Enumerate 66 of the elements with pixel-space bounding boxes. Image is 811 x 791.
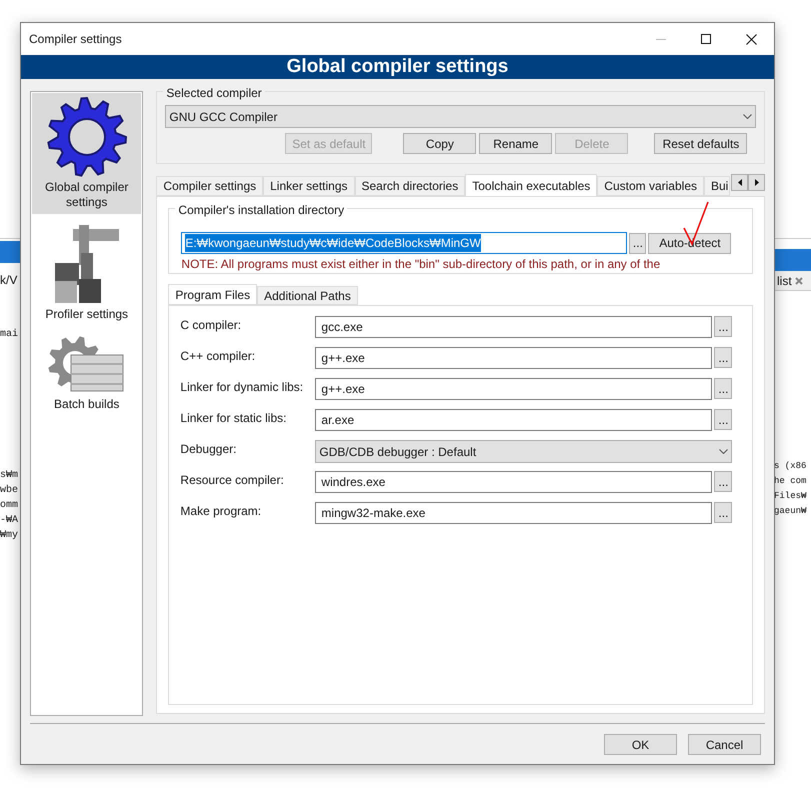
- tab[interactable]: Additional Paths: [257, 286, 358, 305]
- tab-label: k/V: [0, 272, 18, 289]
- note-text: NOTE: All programs must exist either in the "bin" sub-directory of this path, or in any of the: [181, 256, 662, 273]
- path-field[interactable]: g++.exe: [315, 378, 712, 400]
- sidebar-item[interactable]: Batch builds: [32, 332, 142, 416]
- scroll-left-button[interactable]: [731, 174, 748, 191]
- sidebar-item[interactable]: Profiler settings: [32, 220, 142, 326]
- tab[interactable]: Linker settings: [263, 176, 354, 196]
- path-field[interactable]: mingw32-make.exe: [315, 502, 712, 524]
- field-label: Debugger:: [180, 441, 238, 458]
- code-line: gaeun₩: [774, 505, 806, 518]
- path-field[interactable]: g++.exe: [315, 347, 712, 369]
- code-line: omm: [0, 499, 18, 513]
- title-bar: [774, 249, 811, 271]
- action-button[interactable]: Reset defaults: [654, 133, 748, 154]
- field-label: C compiler:: [180, 317, 242, 334]
- browse-button[interactable]: ...: [714, 471, 732, 492]
- code-line: wbe: [0, 484, 18, 498]
- dialog-button[interactable]: Cancel: [688, 734, 761, 755]
- browse-button[interactable]: ...: [629, 232, 646, 254]
- dialog-button[interactable]: OK: [604, 734, 677, 755]
- tab[interactable]: Toolchain executables: [465, 174, 598, 196]
- code-line: he com: [774, 475, 806, 488]
- compiler-dropdown[interactable]: GNU GCC Compiler: [165, 105, 756, 128]
- tab[interactable]: Compiler settings: [156, 176, 264, 196]
- code-line: Files₩: [774, 490, 806, 503]
- code-line: ₩my: [0, 529, 18, 543]
- title-bar: [0, 241, 20, 263]
- tab[interactable]: Search directories: [354, 176, 466, 196]
- browse-button[interactable]: ...: [714, 409, 732, 430]
- debugger-dropdown[interactable]: GDB/CDB debugger : Default: [315, 440, 732, 463]
- path-field[interactable]: windres.exe: [315, 471, 712, 493]
- window-title: Compiler settings: [29, 31, 123, 48]
- field-label: C++ compiler:: [180, 348, 256, 365]
- chevron-down-icon: [743, 114, 752, 119]
- browse-button[interactable]: ...: [714, 347, 732, 368]
- scroll-right-button[interactable]: [748, 174, 765, 191]
- code-line: s (x86: [774, 460, 806, 473]
- directory-field[interactable]: E:₩kwongaeun₩study₩c₩ide₩CodeBlocks₩MinGW: [181, 232, 628, 254]
- browse-button[interactable]: ...: [714, 316, 732, 337]
- tab[interactable]: Bui: [704, 176, 730, 196]
- action-button[interactable]: Rename: [479, 133, 552, 154]
- field-label: Resource compiler:: [180, 472, 285, 489]
- maximize-icon[interactable]: [701, 34, 711, 44]
- auto-detect-button[interactable]: Auto-detect: [648, 232, 732, 254]
- code-line: -₩A: [0, 514, 18, 528]
- chevron-down-icon: [719, 449, 728, 454]
- gear-icon: [46, 96, 128, 178]
- code-line: s₩m: [0, 469, 18, 483]
- field-label: Make program:: [180, 503, 262, 520]
- path-field[interactable]: gcc.exe: [315, 316, 712, 338]
- sidebar-item[interactable]: Global compiler settings: [32, 93, 142, 214]
- left-arrow-icon: [738, 179, 742, 186]
- field-label: Linker for static libs:: [180, 410, 288, 427]
- close-icon[interactable]: [746, 34, 757, 44]
- tab[interactable]: Custom variables: [597, 176, 704, 196]
- tab[interactable]: Program Files: [168, 284, 258, 305]
- field-label: Linker for dynamic libs:: [180, 379, 304, 396]
- action-button[interactable]: Copy: [403, 133, 476, 154]
- right-arrow-icon: [754, 179, 758, 186]
- tab-label: list: [777, 272, 792, 290]
- code-line: mai: [0, 328, 18, 342]
- header-banner: Global compiler settings: [21, 55, 774, 79]
- browse-button[interactable]: ...: [714, 378, 732, 399]
- browse-button[interactable]: ...: [714, 502, 732, 523]
- path-field[interactable]: ar.exe: [315, 409, 712, 431]
